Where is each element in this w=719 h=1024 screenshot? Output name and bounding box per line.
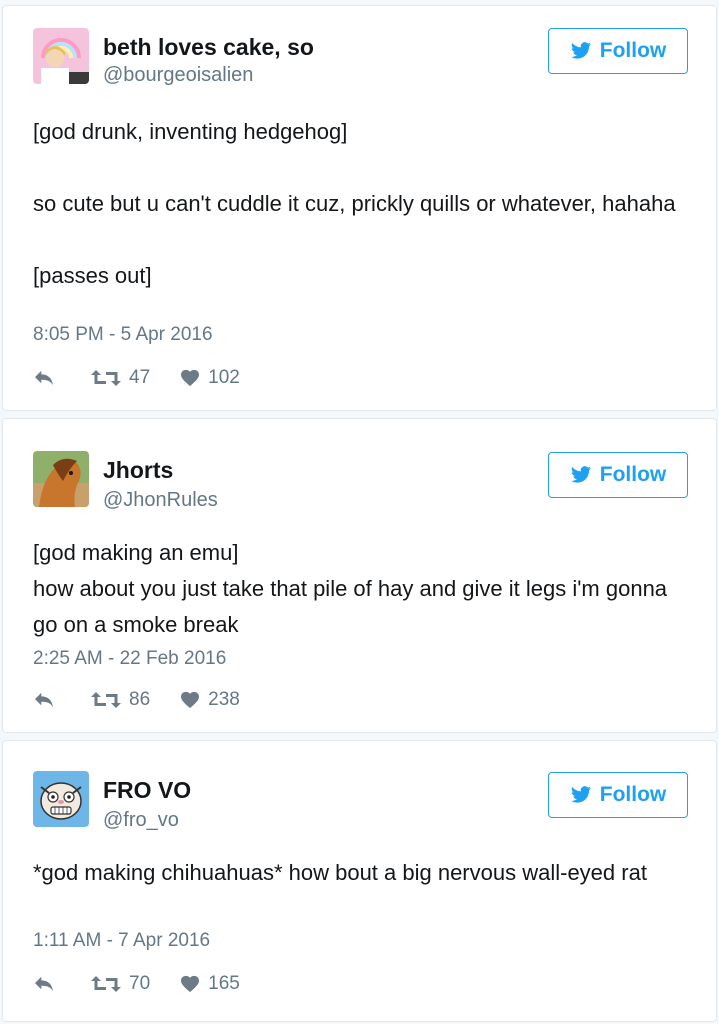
- retweet-icon: [91, 692, 121, 708]
- tweet-card: Jhorts @JhonRules Follow [god making an …: [2, 418, 717, 733]
- bird-icon: [570, 466, 591, 483]
- tweet-card: FRO VO @fro_vo Follow *god making chihua…: [2, 740, 717, 1022]
- retweet-icon: [91, 976, 121, 992]
- reply-button[interactable]: [33, 975, 57, 993]
- retweet-count: 47: [129, 367, 151, 388]
- heart-icon: [181, 691, 200, 709]
- retweet-button[interactable]: 47: [91, 367, 150, 389]
- tweet-card: beth loves cake, so @bourgeoisalien Foll…: [2, 5, 717, 411]
- like-count: 238: [208, 689, 240, 710]
- avatar[interactable]: [33, 28, 89, 84]
- timestamp[interactable]: 1:11 AM - 7 Apr 2016: [33, 930, 210, 952]
- user-handle[interactable]: @JhonRules: [103, 489, 218, 512]
- like-button[interactable]: 238: [180, 689, 240, 711]
- retweet-count: 70: [129, 973, 151, 994]
- timestamp[interactable]: 8:05 PM - 5 Apr 2016: [33, 324, 213, 346]
- tweet-text: [god drunk, inventing hedgehog] so cute …: [33, 119, 676, 288]
- reply-icon: [35, 976, 53, 992]
- retweet-icon: [91, 370, 121, 386]
- tweet-actions: 70 165: [33, 969, 240, 999]
- display-name[interactable]: Jhorts: [103, 457, 173, 484]
- follow-button[interactable]: Follow: [548, 772, 688, 818]
- heart-icon: [181, 975, 200, 993]
- follow-button[interactable]: Follow: [548, 452, 688, 498]
- avatar[interactable]: [33, 771, 89, 827]
- user-handle[interactable]: @bourgeoisalien: [103, 64, 253, 87]
- display-name[interactable]: beth loves cake, so: [103, 34, 314, 61]
- like-button[interactable]: 165: [180, 973, 240, 995]
- tweet-text: [god making an emu] how about you just t…: [33, 540, 668, 637]
- tweet-text: *god making chihuahuas* how bout a big n…: [33, 860, 647, 885]
- like-count: 165: [208, 973, 240, 994]
- reply-button[interactable]: [33, 369, 57, 387]
- tweet-actions: 47 102: [33, 363, 240, 393]
- retweet-button[interactable]: 86: [91, 689, 150, 711]
- reply-button[interactable]: [33, 691, 57, 709]
- follow-button[interactable]: Follow: [548, 28, 688, 74]
- reply-icon: [35, 692, 53, 708]
- display-name[interactable]: FRO VO: [103, 777, 191, 804]
- retweet-button[interactable]: 70: [91, 973, 150, 995]
- tweet-actions: 86 238: [33, 685, 240, 715]
- user-handle[interactable]: @fro_vo: [103, 809, 179, 832]
- follow-label: Follow: [599, 463, 667, 486]
- bird-icon: [570, 42, 591, 59]
- follow-label: Follow: [599, 39, 667, 62]
- follow-label: Follow: [599, 783, 667, 806]
- heart-icon: [181, 369, 200, 387]
- avatar[interactable]: [33, 451, 89, 507]
- reply-icon: [35, 370, 53, 386]
- timestamp[interactable]: 2:25 AM - 22 Feb 2016: [33, 648, 226, 670]
- retweet-count: 86: [129, 689, 151, 710]
- like-button[interactable]: 102: [180, 367, 240, 389]
- like-count: 102: [208, 367, 240, 388]
- bird-icon: [570, 786, 591, 803]
